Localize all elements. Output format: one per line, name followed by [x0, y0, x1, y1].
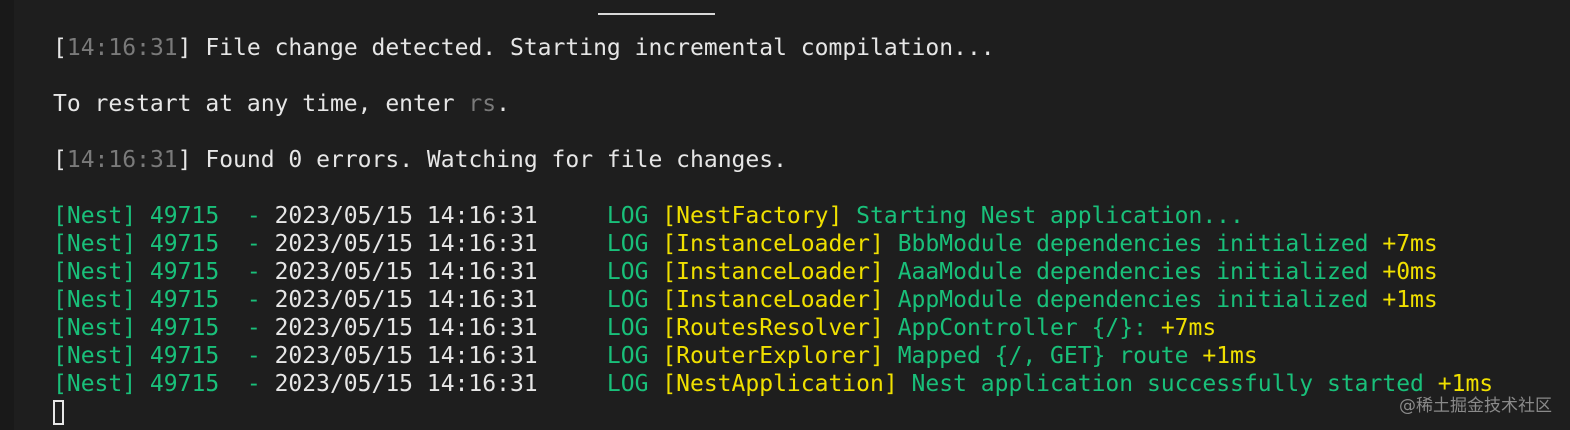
bracket-open: [ [53, 35, 67, 61]
nest-tag: [Nest] 49715 - [53, 343, 275, 369]
log-level: LOG [537, 259, 663, 285]
log-context: [RoutesResolver] [662, 315, 884, 341]
log-context: [InstanceLoader] [662, 231, 884, 257]
nest-tag: [Nest] 49715 - [53, 371, 275, 397]
restart-hint-text: To restart at any time, enter [53, 91, 469, 117]
log-message: File change detected. Starting increment… [191, 35, 995, 61]
log-message: AppModule dependencies initialized [883, 287, 1383, 313]
nest-log-line: [Nest] 49715 - 2023/05/15 14:16:31 LOG [… [53, 286, 1570, 314]
nest-tag: [Nest] 49715 - [53, 315, 275, 341]
watermark: @稀土掘金技术社区 [1399, 396, 1552, 416]
log-context: [NestApplication] [662, 371, 898, 397]
log-datetime: 2023/05/15 14:16:31 [274, 343, 538, 369]
log-message: Starting Nest application... [842, 203, 1244, 229]
log-timing: +7ms [1160, 315, 1217, 341]
nest-log-line: [Nest] 49715 - 2023/05/15 14:16:31 LOG [… [53, 314, 1570, 342]
log-timing: +7ms [1382, 231, 1438, 257]
nest-log-line: [Nest] 49715 - 2023/05/15 14:16:31 LOG [… [53, 202, 1570, 230]
restart-command: rs [468, 91, 497, 117]
log-message: AaaModule dependencies initialized [883, 259, 1383, 285]
nest-log-line: [Nest] 49715 - 2023/05/15 14:16:31 LOG [… [53, 370, 1570, 398]
log-context: [RouterExplorer] [662, 343, 884, 369]
log-datetime: 2023/05/15 14:16:31 [274, 203, 538, 229]
log-timing: +0ms [1382, 259, 1438, 285]
log-level: LOG [537, 343, 663, 369]
log-datetime: 2023/05/15 14:16:31 [274, 287, 538, 313]
restart-hint-line: To restart at any time, enter rs. [53, 90, 1570, 118]
log-datetime: 2023/05/15 14:16:31 [274, 259, 538, 285]
active-tab-indicator[interactable] [598, 13, 715, 15]
log-level: LOG [537, 371, 663, 397]
log-datetime: 2023/05/15 14:16:31 [274, 231, 538, 257]
log-level: LOG [537, 203, 663, 229]
nest-tag: [Nest] 49715 - [53, 203, 275, 229]
log-context: [InstanceLoader] [662, 259, 884, 285]
log-context: [InstanceLoader] [662, 287, 884, 313]
log-message: BbbModule dependencies initialized [883, 231, 1383, 257]
log-datetime: 2023/05/15 14:16:31 [274, 371, 538, 397]
nest-tag: [Nest] 49715 - [53, 231, 275, 257]
terminal-left-gutter [0, 0, 14, 430]
nest-log-line: [Nest] 49715 - 2023/05/15 14:16:31 LOG [… [53, 230, 1570, 258]
nest-log-line: [Nest] 49715 - 2023/05/15 14:16:31 LOG [… [53, 258, 1570, 286]
restart-hint-suffix: . [496, 91, 510, 117]
log-line-found-errors: [14:16:31] Found 0 errors. Watching for … [53, 146, 1570, 174]
bracket-close: ] [177, 147, 192, 173]
log-level: LOG [537, 315, 663, 341]
prompt-line[interactable] [53, 398, 1570, 426]
bracket-open: [ [53, 147, 67, 173]
log-level: LOG [537, 231, 663, 257]
log-message: Found 0 errors. Watching for file change… [191, 147, 787, 173]
timestamp: 14:16:31 [66, 147, 178, 173]
timestamp: 14:16:31 [66, 35, 178, 61]
nest-tag: [Nest] 49715 - [53, 259, 275, 285]
log-message: Nest application successfully started [897, 371, 1438, 397]
terminal-cursor[interactable] [53, 400, 64, 425]
nest-tag: [Nest] 49715 - [53, 287, 275, 313]
log-message: Mapped {/, GET} route [883, 343, 1203, 369]
log-timing: +1ms [1382, 287, 1438, 313]
nest-log-line: [Nest] 49715 - 2023/05/15 14:16:31 LOG [… [53, 342, 1570, 370]
log-context: [NestFactory] [662, 203, 843, 229]
log-timing: +1ms [1202, 343, 1258, 369]
terminal-output[interactable]: [14:16:31] File change detected. Startin… [53, 34, 1570, 426]
log-level: LOG [537, 287, 663, 313]
log-datetime: 2023/05/15 14:16:31 [274, 315, 538, 341]
bracket-close: ] [177, 35, 192, 61]
log-message: AppController {/}: [883, 315, 1161, 341]
log-line-file-change: [14:16:31] File change detected. Startin… [53, 34, 1570, 62]
